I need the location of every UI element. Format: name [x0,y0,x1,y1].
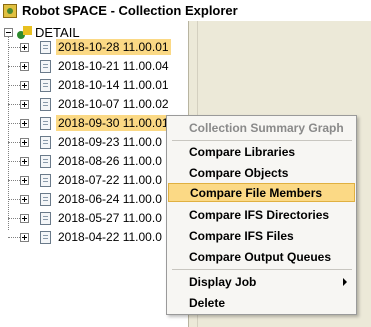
tree-item-label[interactable]: 2018-06-24 11.00.0 [56,191,164,207]
expand-icon[interactable] [20,157,29,166]
window-title: Robot SPACE - Collection Explorer [22,3,238,18]
collection-document-icon [40,78,51,92]
tree-root-detail[interactable]: DETAIL [4,24,80,40]
menu-item-display-job-label: Display Job [189,274,257,289]
menu-item-delete[interactable]: Delete [168,293,355,312]
menu-separator [172,140,352,141]
tree-item-label[interactable]: 2018-07-22 11.00.0 [56,172,164,188]
tree-root-label[interactable]: DETAIL [35,25,80,40]
collection-document-icon [40,97,51,111]
tree-item-label[interactable]: 2018-10-07 11.00.02 [56,96,171,112]
tree-item-label[interactable]: 2018-05-27 11.00.0 [56,210,164,226]
tree-item[interactable]: 2018-04-22 11.00.0 [8,229,164,245]
collection-document-icon [40,192,51,206]
expand-icon[interactable] [20,176,29,185]
menu-item-display-job[interactable]: Display Job [168,272,355,291]
tree-item[interactable]: 2018-06-24 11.00.0 [8,191,164,207]
collection-document-icon [40,211,51,225]
expand-icon[interactable] [20,43,29,52]
collection-tree[interactable]: DETAIL 2018-10-28 11.00.01 2018-10-21 11… [0,21,188,327]
tree-item[interactable]: 2018-05-27 11.00.0 [8,210,164,226]
tree-item-label[interactable]: 2018-08-26 11.00.0 [56,153,164,169]
tree-item-label[interactable]: 2018-10-28 11.00.01 [56,39,171,55]
expand-icon[interactable] [20,119,29,128]
tree-item-label[interactable]: 2018-09-30 11.00.01 [56,115,171,131]
menu-item-compare-ifs-directories[interactable]: Compare IFS Directories [168,205,355,224]
collection-document-icon [40,230,51,244]
expand-icon[interactable] [20,233,29,242]
menu-header-collection-summary-graph: Collection Summary Graph [189,120,344,135]
detail-folder-icon [17,25,32,39]
tree-item[interactable]: 2018-09-30 11.00.01 [8,115,171,131]
tree-item[interactable]: 2018-08-26 11.00.0 [8,153,164,169]
collection-document-icon [40,173,51,187]
expand-icon[interactable] [20,62,29,71]
tree-item[interactable]: 2018-10-21 11.00.04 [8,58,171,74]
expand-icon[interactable] [20,214,29,223]
collection-document-icon [40,116,51,130]
collection-document-icon [40,135,51,149]
context-menu: Collection Summary Graph Compare Librari… [166,115,357,315]
tree-item[interactable]: 2018-07-22 11.00.0 [8,172,164,188]
tree-item-label[interactable]: 2018-04-22 11.00.0 [56,229,164,245]
submenu-arrow-icon [343,278,347,286]
title-bar: Robot SPACE - Collection Explorer [0,0,371,21]
tree-item-label[interactable]: 2018-09-23 11.00.0 [56,134,164,150]
tree-item[interactable]: 2018-10-07 11.00.02 [8,96,171,112]
expand-icon[interactable] [20,195,29,204]
menu-item-compare-libraries[interactable]: Compare Libraries [168,142,355,161]
collection-document-icon [40,154,51,168]
expand-icon[interactable] [20,81,29,90]
tree-item-label[interactable]: 2018-10-21 11.00.04 [56,58,171,74]
menu-item-compare-file-members[interactable]: Compare File Members [168,183,355,202]
expand-icon[interactable] [20,100,29,109]
tree-item[interactable]: 2018-10-14 11.00.01 [8,77,171,93]
expand-icon[interactable] [20,138,29,147]
menu-item-compare-ifs-files[interactable]: Compare IFS Files [168,226,355,245]
tree-item[interactable]: 2018-10-28 11.00.01 [8,39,171,55]
tree-item-label[interactable]: 2018-10-14 11.00.01 [56,77,171,93]
collapse-icon[interactable] [4,27,13,37]
collection-document-icon [40,40,51,54]
menu-separator [172,269,352,270]
menu-item-compare-output-queues[interactable]: Compare Output Queues [168,247,355,266]
tree-item[interactable]: 2018-09-23 11.00.0 [8,134,164,150]
collection-document-icon [40,59,51,73]
robot-space-app-icon [3,3,17,18]
menu-item-compare-objects[interactable]: Compare Objects [168,163,355,182]
